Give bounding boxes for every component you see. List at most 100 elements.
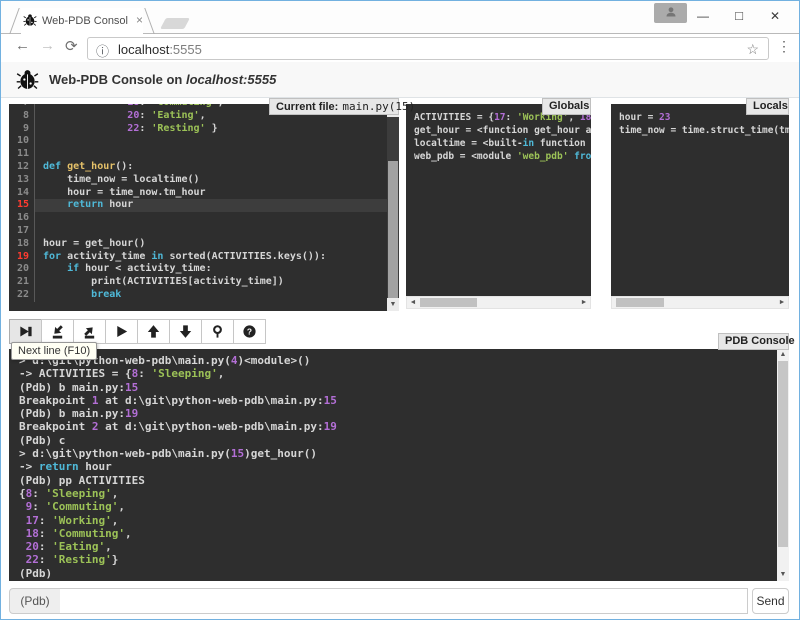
code-line: 15 return hour bbox=[9, 199, 387, 212]
code-line: 11 bbox=[9, 148, 387, 161]
help-button[interactable]: ? bbox=[233, 319, 266, 344]
code-scrollbar-thumb[interactable] bbox=[388, 161, 398, 299]
pin-icon bbox=[210, 324, 225, 339]
globals-panel: ACTIVITIES = {17: 'Working', 18: 'get_ho… bbox=[406, 104, 591, 296]
output-line: -> return hour bbox=[19, 460, 779, 473]
code-line: 17 bbox=[9, 225, 387, 238]
minimize-button[interactable]: — bbox=[685, 1, 721, 31]
next-line-button[interactable] bbox=[9, 319, 42, 344]
info-icon[interactable]: ⓘ bbox=[96, 41, 109, 60]
code-line: 13 time_now = localtime() bbox=[9, 174, 387, 187]
scroll-up-icon[interactable]: ▲ bbox=[777, 349, 789, 361]
code-text: hour = time_now.tm_hour bbox=[35, 187, 387, 200]
return-button[interactable] bbox=[73, 319, 106, 344]
output-line: 18: 'Commuting', bbox=[19, 527, 779, 540]
code-line: 19for activity_time in sorted(ACTIVITIES… bbox=[9, 251, 387, 264]
code-text: def get_hour(): bbox=[35, 161, 387, 174]
line-number: 9 bbox=[9, 123, 35, 136]
output-line: 17: 'Working', bbox=[19, 514, 779, 527]
output-line: (Pdb) pp ACTIVITIES bbox=[19, 474, 779, 487]
window-controls: — □ ✕ bbox=[685, 1, 793, 31]
console-scrollbar[interactable]: ▲ ▼ bbox=[777, 349, 789, 581]
continue-button[interactable] bbox=[105, 319, 138, 344]
page-title-host: localhost:5555 bbox=[186, 72, 276, 87]
code-scrollbar[interactable]: ▲ ▼ bbox=[387, 104, 399, 311]
code-line: 16 bbox=[9, 212, 387, 225]
debug-toolbar: ? bbox=[9, 319, 266, 344]
line-number: 13 bbox=[9, 174, 35, 187]
output-line: get_hour = <function get_hour at 0 bbox=[414, 124, 583, 137]
browser-toolbar: ← → ⟳ ⓘ localhost:5555 ☆ ⋮ bbox=[1, 34, 799, 62]
back-icon[interactable]: ← bbox=[15, 37, 30, 54]
tab-close-icon[interactable]: × bbox=[136, 13, 143, 27]
line-number: 16 bbox=[9, 212, 35, 225]
close-button[interactable]: ✕ bbox=[757, 1, 793, 31]
code-text bbox=[35, 225, 387, 238]
tab-bar: Web-PDB Console on loc × — □ ✕ bbox=[1, 1, 799, 34]
output-line: (Pdb) bbox=[19, 567, 779, 580]
line-number: 11 bbox=[9, 148, 35, 161]
url-host: localhost bbox=[118, 42, 169, 57]
scroll-down-icon[interactable]: ▼ bbox=[777, 569, 789, 581]
line-number: 10 bbox=[9, 135, 35, 148]
code-text: time_now = localtime() bbox=[35, 174, 387, 187]
send-button[interactable]: Send bbox=[752, 588, 789, 614]
locals-label: Locals bbox=[746, 98, 789, 115]
command-input[interactable] bbox=[60, 588, 748, 614]
output-line: Breakpoint 1 at d:\git\python-web-pdb\ma… bbox=[19, 394, 779, 407]
line-number: 22 bbox=[9, 289, 35, 302]
code-text: print(ACTIVITIES[activity_time]) bbox=[35, 276, 387, 289]
command-input-row: (Pdb) Send bbox=[9, 588, 789, 614]
code-line: 18hour = get_hour() bbox=[9, 238, 387, 251]
code-panel: 7 18: 'Commuting',8 20: 'Eating',9 22: '… bbox=[9, 104, 399, 311]
step-into-button[interactable] bbox=[41, 319, 74, 344]
scroll-down-icon[interactable]: ▼ bbox=[387, 298, 399, 311]
reload-icon[interactable]: ⟳ bbox=[65, 37, 78, 55]
locals-scrollbar-thumb[interactable] bbox=[616, 298, 664, 307]
output-line: time_now = time.struct_time(tm_yea bbox=[619, 124, 781, 137]
svg-text:?: ? bbox=[247, 327, 252, 337]
maximize-button[interactable]: □ bbox=[721, 1, 757, 31]
new-tab-button[interactable] bbox=[160, 18, 190, 29]
down-arrow-icon bbox=[178, 324, 193, 339]
console-scrollbar-thumb[interactable] bbox=[778, 361, 788, 547]
code-line: 12def get_hour(): bbox=[9, 161, 387, 174]
locals-hscrollbar[interactable]: ◄ ► bbox=[611, 296, 789, 309]
scroll-right-icon[interactable]: ► bbox=[578, 297, 590, 308]
scroll-left-icon[interactable]: ◄ bbox=[407, 297, 419, 308]
tab-title: Web-PDB Console on loc bbox=[42, 15, 128, 27]
address-bar[interactable]: ⓘ localhost:5555 ☆ bbox=[87, 37, 769, 60]
output-line: 20: 'Eating', bbox=[19, 540, 779, 553]
globals-scrollbar-thumb[interactable] bbox=[420, 298, 477, 307]
forward-icon[interactable]: → bbox=[40, 37, 55, 54]
code-line: 21 print(ACTIVITIES[activity_time]) bbox=[9, 276, 387, 289]
line-number: 12 bbox=[9, 161, 35, 174]
tooltip: Next line (F10) bbox=[11, 342, 97, 360]
output-line: {8: 'Sleeping', bbox=[19, 487, 779, 500]
console-output: > d:\git\python-web-pdb\main.py(4)<modul… bbox=[19, 354, 779, 580]
output-line: (Pdb) b main.py:15 bbox=[19, 381, 779, 394]
browser-window: Web-PDB Console on loc × — □ ✕ ← → ⟳ ⓘ l… bbox=[0, 0, 800, 620]
scroll-right-icon[interactable]: ► bbox=[776, 297, 788, 308]
code-text: break bbox=[35, 289, 387, 302]
up-button[interactable] bbox=[137, 319, 170, 344]
output-line: -> ACTIVITIES = {8: 'Sleeping', bbox=[19, 367, 779, 380]
browser-menu-icon[interactable]: ⋮ bbox=[777, 38, 791, 55]
up-arrow-icon bbox=[146, 324, 161, 339]
down-button[interactable] bbox=[169, 319, 202, 344]
profile-button[interactable] bbox=[654, 3, 687, 23]
output-line: (Pdb) b main.py:19 bbox=[19, 407, 779, 420]
next-line-icon bbox=[18, 324, 33, 339]
code-text: for activity_time in sorted(ACTIVITIES.k… bbox=[35, 251, 387, 264]
breakpoint-line-number: 19 bbox=[9, 251, 35, 264]
globals-hscrollbar[interactable]: ◄ ► bbox=[406, 296, 591, 309]
line-number: 21 bbox=[9, 276, 35, 289]
continue-icon bbox=[114, 324, 129, 339]
bookmark-star-icon[interactable]: ☆ bbox=[746, 41, 759, 58]
browser-tab[interactable]: Web-PDB Console on loc × bbox=[21, 8, 143, 35]
step-out-icon bbox=[82, 324, 97, 339]
line-number: 17 bbox=[9, 225, 35, 238]
code-text bbox=[35, 212, 387, 225]
where-button[interactable] bbox=[201, 319, 234, 344]
code-text: hour = get_hour() bbox=[35, 238, 387, 251]
